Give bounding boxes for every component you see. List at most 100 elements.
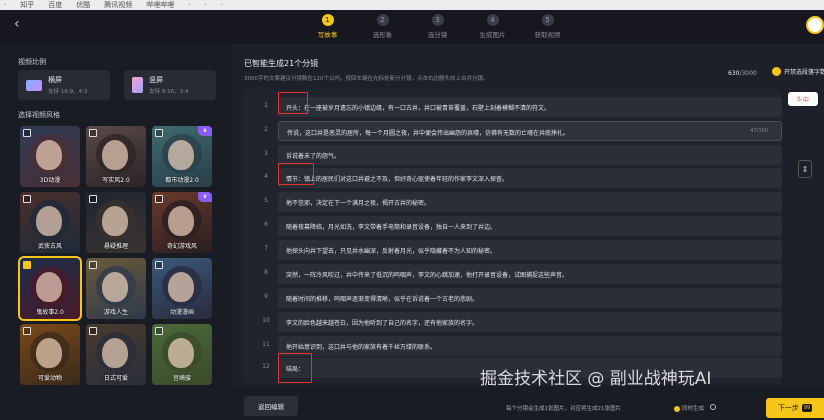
character-face bbox=[102, 338, 128, 368]
checkbox-icon[interactable] bbox=[155, 195, 163, 203]
style-name: 奇幻游戏风 bbox=[166, 243, 197, 250]
checkbox-icon[interactable] bbox=[23, 195, 31, 203]
bookmark-item[interactable]: 知乎 bbox=[20, 0, 34, 10]
style-tile[interactable]: 武侠古风 bbox=[20, 192, 80, 253]
option-simultaneous[interactable]: 同时生成 bbox=[674, 404, 704, 412]
scene-text-input[interactable]: 他不信邪，决定在下一个满月之夜，揭开古井的秘密。 bbox=[278, 192, 782, 212]
style-tile[interactable]: ♛ 奇幻游戏风 bbox=[152, 192, 212, 253]
vip-crown-icon: ♛ bbox=[198, 192, 212, 202]
bookmark-item[interactable]: · bbox=[4, 1, 6, 9]
scene-text-input[interactable]: 随着时间的推移，呜咽声逐渐变得清晰，似乎在诉说着一个古老的悲剧。 bbox=[278, 288, 782, 308]
character-face bbox=[168, 206, 194, 236]
step-4[interactable]: 4 生成图片 bbox=[465, 14, 520, 39]
bookmark-item[interactable]: 优酷 bbox=[76, 0, 90, 10]
collapse-icon[interactable]: ⇕ bbox=[798, 160, 812, 178]
scene-index: 6 bbox=[264, 221, 268, 228]
scene-text-input[interactable]: 突然，一阵冷风吹过，井中传来了低沉的呜咽声，李文的心跳加速，他打开录音设备，试图… bbox=[278, 264, 782, 284]
character-face bbox=[102, 140, 128, 170]
user-avatar[interactable] bbox=[806, 16, 824, 34]
style-tile[interactable]: 写实风2.0 bbox=[86, 126, 146, 187]
bottom-bar: 返回编辑 掘金技术社区 @ 副业战神玩AI 每个分镜会生成1张图片，对应将生成2… bbox=[232, 369, 824, 420]
bookmark-item[interactable]: 腾讯视频 bbox=[104, 0, 132, 10]
back-arrow-icon[interactable]: ‹ bbox=[14, 16, 20, 32]
checkbox-icon[interactable] bbox=[155, 129, 163, 137]
ratio-portrait[interactable]: 竖屏 支持 9:16、3:4 bbox=[124, 70, 216, 100]
style-tile[interactable]: 3D动漫 bbox=[20, 126, 80, 187]
scene-text-input[interactable]: 情节：镇上的居民们对这口井避之不及，但好奇心驱使着年轻的作家李文深入探查。 bbox=[278, 168, 782, 188]
ime-widget: S 中 ⇕ bbox=[788, 92, 822, 178]
style-tile[interactable]: 鬼故事2.0 bbox=[18, 256, 82, 321]
style-tile[interactable]: 宫崎骏 bbox=[152, 324, 212, 385]
step-5[interactable]: 5 获取视频 bbox=[520, 14, 575, 39]
ratio-title: 视频比例 bbox=[18, 58, 46, 66]
style-name: 游戏人生 bbox=[103, 309, 128, 316]
style-name: 3D动漫 bbox=[39, 177, 61, 184]
checkbox-icon[interactable] bbox=[89, 327, 97, 335]
checkbox-icon[interactable] bbox=[89, 129, 97, 137]
character-face bbox=[168, 272, 194, 302]
scene-text-input[interactable]: 他探头向井下望去，只见井水幽深，反射着月光，似乎隐藏着不为人知的秘密。 bbox=[278, 240, 782, 260]
style-tile[interactable]: 日式可爱 bbox=[86, 324, 146, 385]
bookmark-item[interactable]: 百度 bbox=[48, 0, 62, 10]
paragraph-toggle[interactable]: 开禁选段落字数 bbox=[772, 67, 824, 76]
checkbox-icon[interactable] bbox=[23, 327, 31, 335]
checkbox-icon[interactable] bbox=[155, 327, 163, 335]
bookmarks-bar: · 知乎 百度 优酷 腾讯视频 哔哩哔哩 · · · bbox=[0, 0, 824, 10]
scene-text-input[interactable]: 传说，这口井是恶灵的居所，每一个月圆之夜，井中便会传出幽怨的哀嚎，仿佛有无数的亡… bbox=[278, 121, 782, 141]
ratio-hint: 支持 9:16、3:4 bbox=[149, 89, 189, 95]
checkbox-icon[interactable] bbox=[89, 261, 97, 269]
bookmark-item[interactable]: · bbox=[204, 1, 206, 9]
scene-text-input[interactable]: 诉说着未了的怨气。 bbox=[278, 145, 782, 165]
bookmark-item[interactable]: · bbox=[221, 1, 223, 9]
scene-text-input[interactable]: 随着夜幕降临，月光如洗，李文带着手电筒和录音设备，独自一人来到了井边。 bbox=[278, 216, 782, 236]
style-tile[interactable]: 游戏人生 bbox=[86, 258, 146, 319]
next-step-button[interactable]: 下一步 99 bbox=[766, 398, 824, 418]
checkbox-icon[interactable] bbox=[23, 129, 31, 137]
bookmark-item[interactable]: · bbox=[188, 1, 190, 9]
style-tile[interactable]: ♛ 都市动漫2.0 bbox=[152, 126, 212, 187]
style-tile[interactable]: 悬疑推理 bbox=[86, 192, 146, 253]
character-face bbox=[102, 206, 128, 236]
style-name: 悬疑推理 bbox=[103, 243, 128, 250]
scene-text-input[interactable]: 开头：在一座被岁月遗忘的小镇边缘，有一口古井，井口被青苔覆盖，石壁上刻着模糊不清… bbox=[278, 97, 782, 117]
scene-text-input[interactable]: 李文的脸色越来越苍白，因为他听到了自己的名字，还有他家族的名字。 bbox=[278, 312, 782, 332]
top-bar: ‹ 1 写故事 2 选形象 3 选分镜 4 生成图片 5 获取视频 bbox=[0, 10, 824, 44]
toggle-dot-icon bbox=[772, 67, 781, 76]
scene-index: 2 bbox=[264, 126, 268, 133]
page-title: 已智能生成21个分镜 bbox=[244, 59, 319, 68]
step-label: 获取视频 bbox=[534, 31, 561, 39]
scene-list: 1 开头：在一座被岁月遗忘的小镇边缘，有一口古井，井口被青苔覆盖，石壁上刻着模糊不… bbox=[244, 90, 782, 384]
scene-index: 12 bbox=[262, 363, 270, 370]
bookmark-item[interactable]: 哔哩哔哩 bbox=[146, 0, 174, 10]
back-edit-button[interactable]: 返回编辑 bbox=[244, 396, 298, 416]
checkbox-icon[interactable] bbox=[89, 195, 97, 203]
char-count-total: /3000 bbox=[739, 70, 757, 77]
checkbox-icon[interactable] bbox=[23, 261, 31, 269]
style-name: 动漫漫画 bbox=[169, 309, 194, 316]
next-label: 下一步 bbox=[777, 404, 799, 412]
sogou-widget[interactable]: S 中 bbox=[788, 92, 818, 106]
checkbox-icon[interactable] bbox=[155, 261, 163, 269]
option-label: 同时生成 bbox=[682, 406, 705, 412]
scene-index: 1 bbox=[264, 102, 268, 109]
scene-text-input[interactable]: 他开始意识到，这口井与他的家族有着千丝万缕的联系。 bbox=[278, 336, 782, 356]
style-tile[interactable]: 可爱动物 bbox=[20, 324, 80, 385]
ratio-hint: 支持 16:9、4:3 bbox=[48, 89, 88, 95]
step-number: 5 bbox=[541, 14, 554, 26]
next-badge: 99 bbox=[801, 404, 813, 412]
ratio-name: 竖屏 bbox=[149, 76, 163, 84]
scene-row: 5 他不信邪，决定在下一个满月之夜，揭开古井的秘密。 bbox=[244, 192, 782, 212]
char-count-current: 630 bbox=[728, 70, 740, 77]
step-3[interactable]: 3 选分镜 bbox=[410, 14, 465, 39]
step-2[interactable]: 2 选形象 bbox=[355, 14, 410, 39]
step-number: 3 bbox=[431, 14, 444, 26]
step-number: 1 bbox=[321, 14, 334, 26]
scene-row: 10 李文的脸色越来越苍白，因为他听到了自己的名字，还有他家族的名字。 bbox=[244, 312, 782, 332]
ratio-landscape[interactable]: 横屏 支持 16:9、4:3 bbox=[18, 70, 110, 100]
annotation-box bbox=[278, 163, 314, 185]
step-label: 写故事 bbox=[317, 31, 338, 39]
option-other[interactable] bbox=[710, 404, 718, 412]
style-tile[interactable]: 动漫漫画 bbox=[152, 258, 212, 319]
step-1[interactable]: 1 写故事 bbox=[300, 14, 355, 39]
scene-index: 11 bbox=[262, 341, 270, 348]
